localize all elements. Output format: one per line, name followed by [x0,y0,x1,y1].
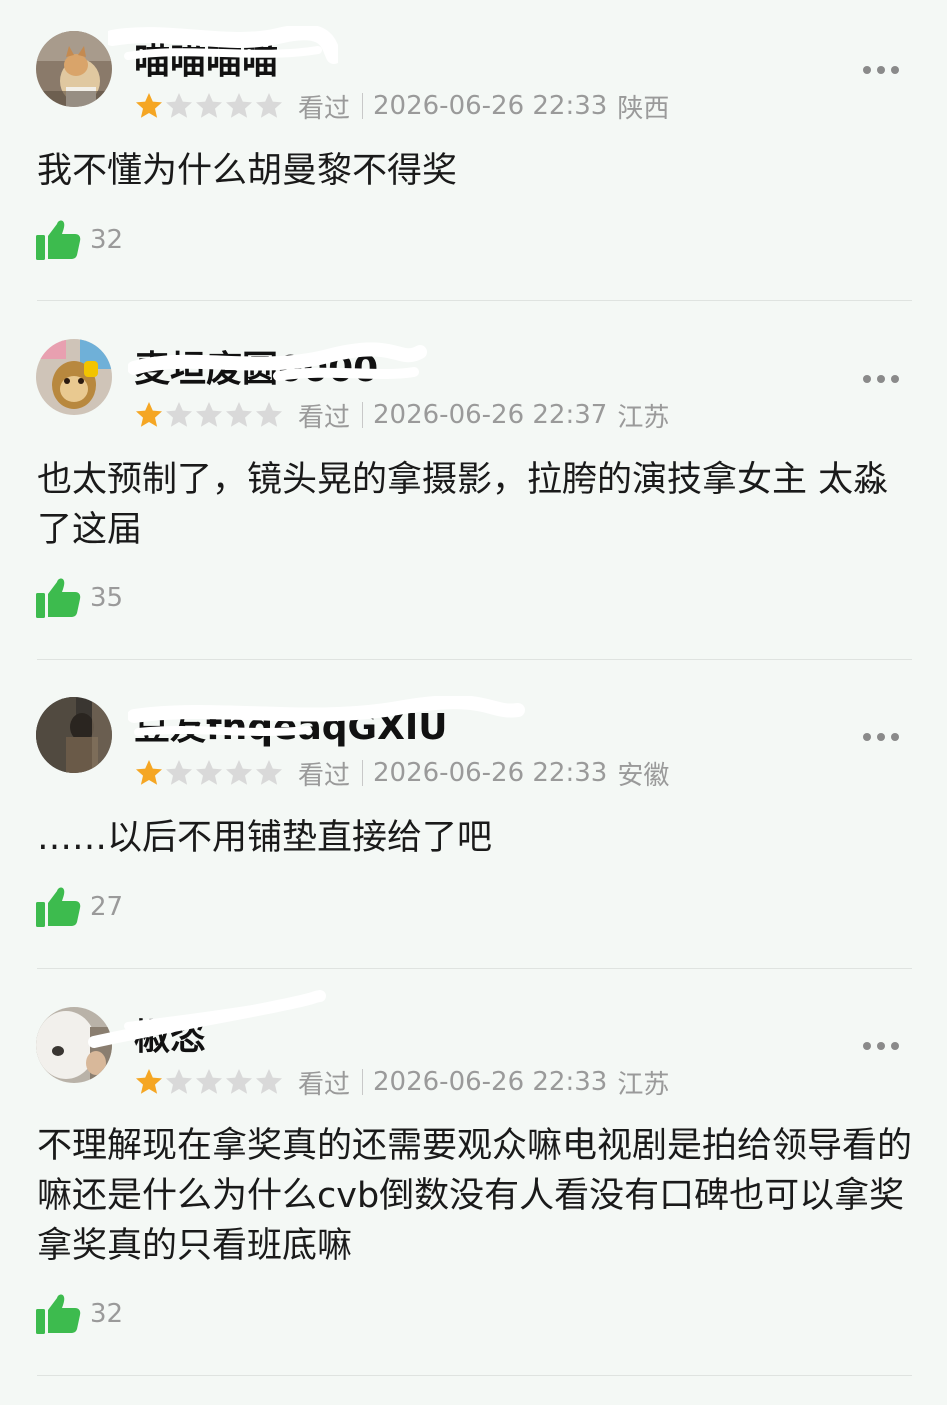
star-rating [134,91,284,121]
like-count: 32 [90,1299,124,1329]
like-button[interactable]: 32 [34,1289,123,1337]
watch-status: 看过 [298,760,351,791]
divider [37,1375,912,1376]
star-empty-icon [256,1069,282,1094]
star-rating [134,1067,284,1097]
comment-location: 江苏 [617,402,670,433]
star-empty-icon [226,760,252,785]
like-button[interactable]: 35 [34,573,123,621]
star-empty-icon [226,1069,252,1094]
star-empty-icon [196,1069,222,1094]
meta-separator [362,93,364,119]
comment-text: ……以后不用铺垫直接给了吧 [37,818,493,858]
like-count: 32 [90,225,124,255]
watch-status: 看过 [298,93,351,124]
meta-separator [362,402,364,428]
comment-time: 2026-06-26 22:37 [373,400,608,430]
rating-meta-row: 看过 2026-06-26 22:37 江苏 [134,397,669,434]
star-filled-icon [136,1069,162,1094]
username[interactable]: 豆友fnqeaqGXIU [134,708,447,748]
user-avatar[interactable] [36,31,112,107]
comment-text: 也太预制了，镜头晃的拿摄影，拉胯的演技拿女主 太淼了这届 [37,460,889,550]
star-empty-icon [196,760,222,785]
thumbs-up-icon [34,573,82,621]
star-empty-icon [226,402,252,427]
user-avatar[interactable] [36,339,112,415]
star-filled-icon [136,402,162,427]
more-dots-icon[interactable] [861,372,901,386]
comment-time: 2026-06-26 22:33 [373,91,608,121]
username[interactable]: 麦坦废圆0000 [134,350,378,390]
divider [37,659,912,660]
divider [37,968,912,969]
more-dots-icon[interactable] [861,730,901,744]
star-empty-icon [196,402,222,427]
like-count: 27 [90,892,124,922]
meta-info: 看过 2026-06-26 22:33 江苏 [298,1064,669,1101]
meta-separator [362,760,364,786]
meta-info: 看过 2026-06-26 22:33 陕西 [298,88,669,125]
comment-text: 不理解现在拿奖真的还需要观众嘛电视剧是拍给领导看的嘛还是什么为什么cvb倒数没有… [37,1126,913,1266]
rating-meta-row: 看过 2026-06-26 22:33 安徽 [134,755,669,792]
thumbs-up-icon [34,215,82,263]
comment-time: 2026-06-26 22:33 [373,1067,608,1097]
watch-status: 看过 [298,402,351,433]
watch-status: 看过 [298,1069,351,1100]
comment-location: 江苏 [617,1069,670,1100]
star-filled-icon [136,93,162,118]
more-dots-icon[interactable] [861,1039,901,1053]
star-empty-icon [166,402,192,427]
thumbs-up-icon [34,1289,82,1337]
star-empty-icon [196,93,222,118]
comment-text: 我不懂为什么胡曼黎不得奖 [37,151,458,191]
user-avatar[interactable] [36,1007,112,1083]
star-empty-icon [166,1069,192,1094]
star-filled-icon [136,760,162,785]
thumbs-up-icon [34,882,82,930]
star-rating [134,400,284,430]
meta-info: 看过 2026-06-26 22:33 安徽 [298,755,669,792]
star-empty-icon [166,760,192,785]
rating-meta-row: 看过 2026-06-26 22:33 江苏 [134,1064,669,1101]
username[interactable]: 喵喵喵喵 [134,42,278,82]
star-empty-icon [256,93,282,118]
star-empty-icon [166,93,192,118]
divider [37,300,912,301]
comment-location: 陕西 [617,93,670,124]
like-button[interactable]: 27 [34,882,123,930]
star-empty-icon [256,402,282,427]
star-empty-icon [256,760,282,785]
more-dots-icon[interactable] [861,63,901,77]
star-empty-icon [226,93,252,118]
like-button[interactable]: 32 [34,215,123,263]
star-rating [134,758,284,788]
rating-meta-row: 看过 2026-06-26 22:33 陕西 [134,88,669,125]
redaction-scribble [88,990,326,1048]
meta-info: 看过 2026-06-26 22:37 江苏 [298,397,669,434]
comment-time: 2026-06-26 22:33 [373,758,608,788]
user-avatar[interactable] [36,697,112,773]
meta-separator [362,1069,364,1095]
username[interactable]: 椒恣 [134,1018,206,1058]
like-count: 35 [90,583,124,613]
comment-location: 安徽 [617,760,670,791]
